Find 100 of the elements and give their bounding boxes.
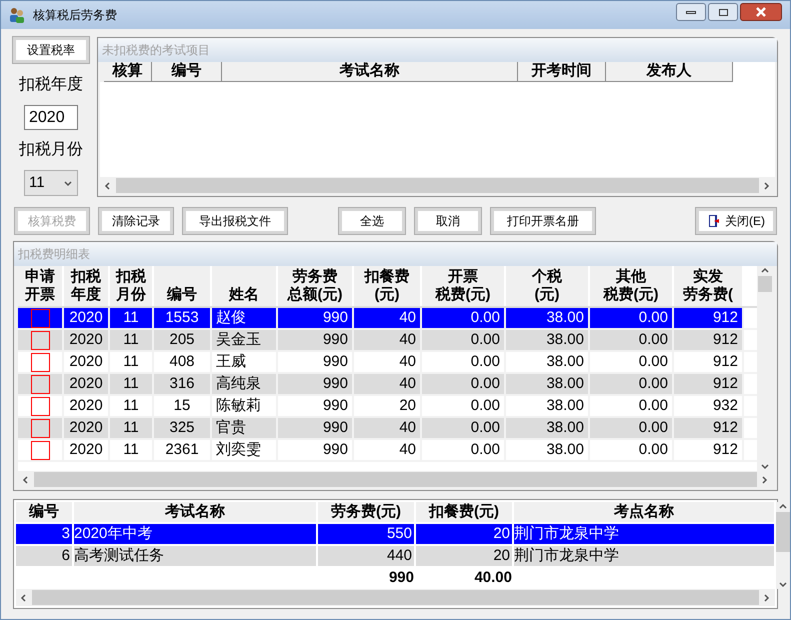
table-cell: 40 [354, 330, 422, 350]
checkbox[interactable] [30, 440, 50, 460]
column-header[interactable]: 劳务费 总额(元) [278, 266, 354, 306]
table-cell: 2020 [64, 308, 110, 328]
column-header[interactable]: 扣税 年度 [64, 266, 110, 306]
table-cell: 325 [154, 418, 212, 438]
table-cell: 11 [110, 418, 154, 438]
table-cell: 38.00 [506, 330, 590, 350]
total-cell-text: 40.00 [473, 568, 513, 588]
table-cell: 高纯泉 [212, 374, 278, 394]
column-header[interactable]: 扣餐费 (元) [354, 266, 422, 306]
window-title: 核算税后劳务费 [33, 7, 118, 24]
column-header[interactable]: 考试名称 [222, 62, 518, 82]
table-row[interactable]: 2020 11 205 吴金玉 990 40 0.00 38.00 0.00 912 [18, 330, 757, 352]
table-cell: 0.00 [590, 374, 674, 394]
header-text: 编号 [167, 286, 197, 304]
table-cell: 吴金玉 [212, 330, 278, 350]
action-button[interactable]: 清除记录 [99, 208, 173, 234]
column-header[interactable]: 考试名称 [74, 502, 318, 522]
action-button[interactable]: 打印开票名册 [491, 208, 595, 234]
close-button[interactable]: 关闭(E) [696, 208, 776, 234]
table-row[interactable]: 2020 11 1553 赵俊 990 40 0.00 38.00 0.00 912 [18, 308, 757, 330]
table-row[interactable]: 2020 11 15 陈敏莉 990 20 0.00 38.00 0.00 932 [18, 396, 757, 418]
horizontal-scrollbar[interactable] [100, 177, 775, 194]
action-button[interactable]: 导出报税文件 [183, 208, 287, 234]
column-header[interactable]: 劳务费(元) [318, 502, 416, 522]
checkbox[interactable] [30, 418, 50, 438]
table-cell: 11 [110, 330, 154, 350]
table-cell: 20 [416, 546, 514, 566]
scrollbar-thumb[interactable] [32, 590, 759, 605]
column-header[interactable]: 姓名 [212, 266, 278, 306]
scrollbar-thumb[interactable] [116, 178, 759, 193]
table-cell: 高考测试任务 [74, 546, 318, 566]
table-cell: 38.00 [506, 308, 590, 328]
scroll-right-icon[interactable] [762, 180, 772, 190]
checkbox[interactable] [30, 396, 50, 416]
action-button[interactable]: 全选 [339, 208, 405, 234]
column-header[interactable]: 实发 劳务费( [674, 266, 744, 306]
column-header[interactable]: 核算 [104, 62, 152, 82]
scrollbar-thumb[interactable] [758, 276, 772, 292]
header-text: 税费(元) [604, 286, 658, 304]
column-header[interactable]: 编号 [152, 62, 222, 82]
table-row[interactable]: 3 2020年中考 550 20 荆门市龙泉中学 [16, 522, 776, 544]
scroll-right-icon[interactable] [760, 474, 770, 484]
table-cell: 38.00 [506, 418, 590, 438]
scrollbar-thumb[interactable] [776, 512, 790, 552]
table-cell: 912 [674, 308, 744, 328]
column-header[interactable]: 编号 [16, 502, 74, 522]
close-window-button[interactable] [740, 3, 782, 21]
table-cell: 0.00 [590, 418, 674, 438]
people-icon [9, 7, 25, 23]
column-header[interactable]: 个税 (元) [506, 266, 590, 306]
header-text: 税费(元) [436, 286, 490, 304]
table-cell: 40 [354, 418, 422, 438]
column-header[interactable]: 开票 税费(元) [422, 266, 506, 306]
set-rate-button[interactable]: 设置税率 [13, 37, 89, 63]
header-text: (元) [534, 286, 560, 304]
table-row[interactable]: 2020 11 316 高纯泉 990 40 0.00 38.00 0.00 912 [18, 374, 757, 396]
table-cell: 0.00 [422, 374, 506, 394]
month-dropdown[interactable]: 11 [24, 170, 78, 196]
checkbox[interactable] [30, 352, 50, 372]
checkbox[interactable] [30, 308, 50, 328]
table-cell: 316 [154, 374, 212, 394]
header-text: 其他 [616, 268, 646, 286]
table-cell: 0.00 [422, 330, 506, 350]
column-header[interactable]: 发布人 [606, 62, 733, 82]
table-cell: 912 [674, 330, 744, 350]
table-row[interactable]: 2020 11 408 王威 990 40 0.00 38.00 0.00 912 [18, 352, 757, 374]
scrollbar-thumb[interactable] [34, 472, 757, 487]
column-header[interactable]: 编号 [154, 266, 212, 306]
year-label: 扣税年度 [19, 74, 83, 95]
column-header[interactable]: 扣税 月份 [110, 266, 154, 306]
column-header[interactable]: 申请 开票 [18, 266, 64, 306]
table-cell: 990 [278, 418, 354, 438]
table-cell: 荆门市龙泉中学 [514, 524, 776, 544]
total-cell-text: 990 [388, 568, 415, 588]
column-header[interactable]: 考点名称 [514, 502, 776, 522]
column-header[interactable]: 扣餐费(元) [416, 502, 514, 522]
year-field[interactable]: 2020 [24, 105, 78, 130]
maximize-button[interactable] [708, 3, 738, 21]
table-row[interactable]: 2020 11 325 官贵 990 40 0.00 38.00 0.00 912 [18, 418, 757, 440]
close-icon [756, 7, 766, 17]
scroll-right-icon[interactable] [762, 592, 772, 602]
header-text: 开票 [448, 268, 478, 286]
horizontal-scrollbar[interactable] [16, 589, 775, 606]
table-row[interactable]: 6 高考测试任务 440 20 荆门市龙泉中学 [16, 544, 776, 566]
column-header[interactable]: 开考时间 [518, 62, 606, 82]
header-text: 扣税 [71, 268, 101, 286]
table-cell: 赵俊 [212, 308, 278, 328]
header-text: 开票 [25, 286, 55, 304]
checkbox[interactable] [30, 330, 50, 350]
column-header[interactable]: 其他 税费(元) [590, 266, 674, 306]
minimize-button[interactable] [676, 3, 706, 21]
header-text: 扣税 [116, 268, 146, 286]
header-text: 劳务费 [292, 268, 338, 286]
checkbox[interactable] [30, 374, 50, 394]
table-cell: 38.00 [506, 374, 590, 394]
table-row[interactable]: 2020 11 2361 刘奕雯 990 40 0.00 38.00 0.00 912 [18, 440, 757, 462]
header-text: 月份 [116, 286, 146, 304]
action-button[interactable]: 取消 [415, 208, 481, 234]
